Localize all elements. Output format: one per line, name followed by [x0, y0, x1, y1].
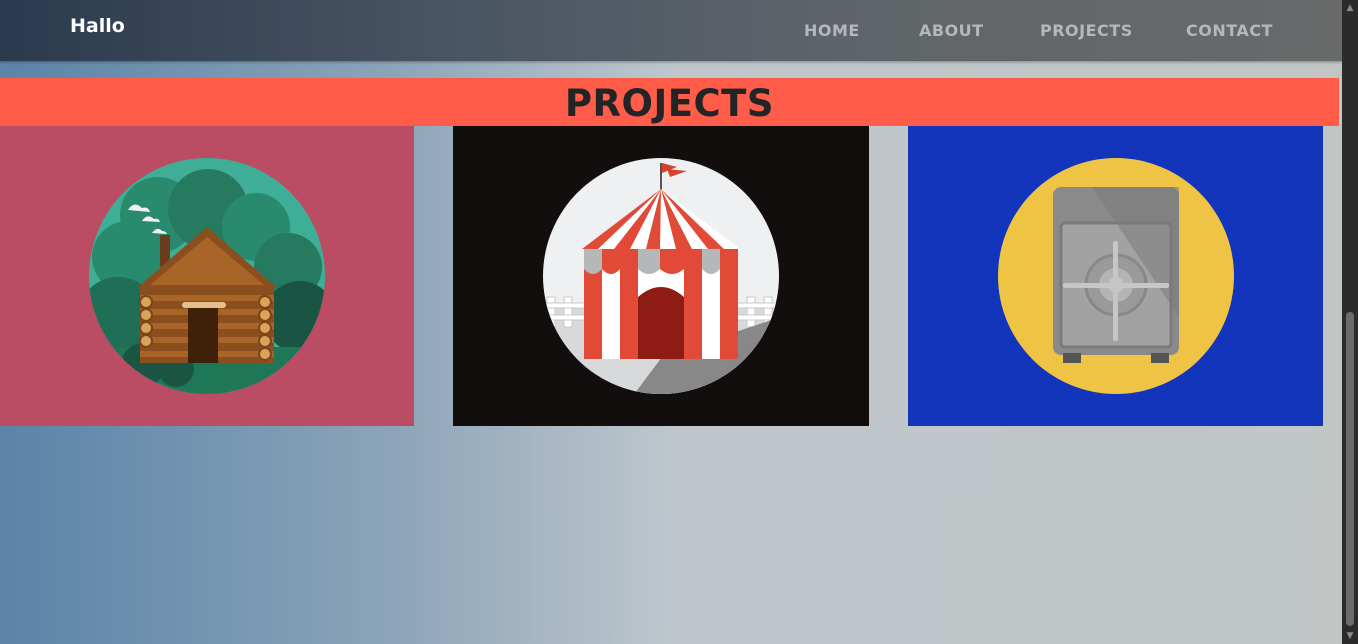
- navbar: Hallo HOME ABOUT PROJECTS CONTACT: [0, 0, 1342, 61]
- scroll-up-arrow-icon[interactable]: ▲: [1342, 0, 1358, 16]
- nav-link-about[interactable]: ABOUT: [919, 21, 984, 40]
- circus-tent-icon: [543, 158, 779, 394]
- nav-link-contact[interactable]: CONTACT: [1186, 21, 1273, 40]
- scrollbar-thumb[interactable]: [1346, 312, 1354, 626]
- project-card-safe[interactable]: [908, 126, 1323, 426]
- project-card-cabin[interactable]: [0, 126, 414, 426]
- page: Hallo HOME ABOUT PROJECTS CONTACT PROJEC…: [0, 0, 1342, 644]
- brand-logo-link[interactable]: Hallo: [70, 15, 125, 37]
- project-card-circus[interactable]: [453, 126, 869, 426]
- vertical-scrollbar[interactable]: ▲ ▼: [1342, 0, 1358, 644]
- log-cabin-icon: [89, 158, 325, 394]
- nav-link-projects[interactable]: PROJECTS: [1040, 21, 1133, 40]
- section-title: PROJECTS: [0, 78, 1339, 126]
- scroll-down-arrow-icon[interactable]: ▼: [1342, 628, 1358, 644]
- nav-link-home[interactable]: HOME: [804, 21, 860, 40]
- safe-icon: [998, 158, 1234, 394]
